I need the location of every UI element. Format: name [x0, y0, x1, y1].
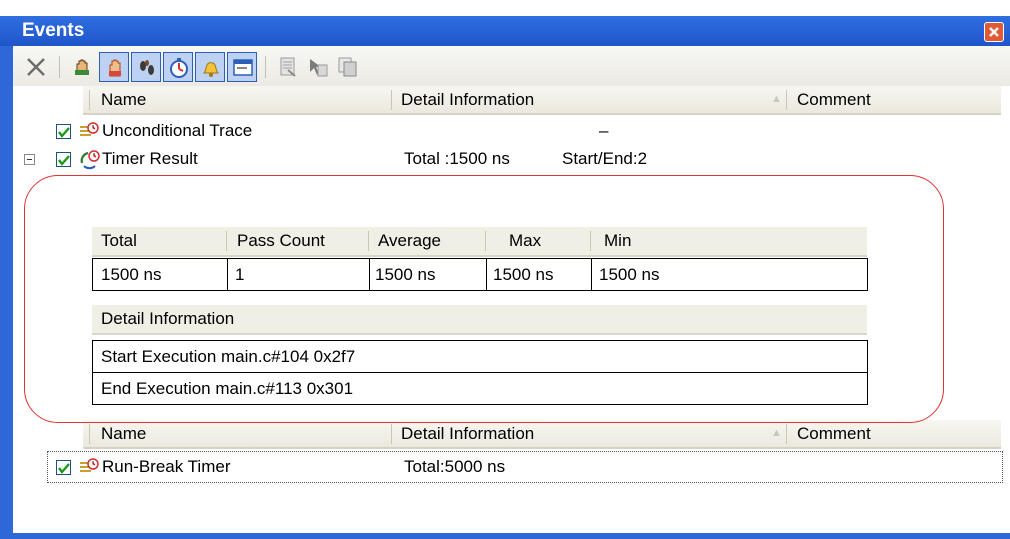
- column-header-detail[interactable]: Detail Information: [401, 420, 534, 447]
- title-bar: Events: [0, 16, 1010, 46]
- column-divider: [89, 424, 90, 444]
- close-icon: [989, 27, 999, 37]
- event-enable-checkbox[interactable]: [56, 124, 71, 139]
- hand-stop-icon: [75, 59, 89, 75]
- collapse-toggle[interactable]: [24, 154, 35, 165]
- notification-event-button[interactable]: [195, 52, 225, 82]
- sort-arrow-icon: ▲: [771, 93, 782, 105]
- event-detail: –: [599, 121, 609, 140]
- column-divider: [786, 424, 787, 444]
- window-title: Events: [22, 20, 85, 41]
- hardware-break-button[interactable]: [99, 52, 129, 82]
- column-divider: [89, 90, 90, 110]
- document-icon: [280, 57, 296, 77]
- toolbar-separator: [59, 56, 60, 78]
- column-header-detail[interactable]: Detail Information: [401, 86, 534, 113]
- cursor-document-button[interactable]: [303, 52, 333, 82]
- column-header-comment[interactable]: Comment: [797, 420, 871, 447]
- event-row[interactable]: Run-Break Timer Total:5000 ns: [13, 453, 1003, 481]
- event-row[interactable]: Timer Result Total :1500 ns Start/End:2: [13, 145, 1003, 173]
- document-button[interactable]: [273, 52, 303, 82]
- events-panel: Events Name Detail Information ▲ Comment…: [0, 0, 1010, 539]
- event-detail-total: Total :1500 ns: [404, 149, 510, 168]
- cursor-doc-icon: [310, 59, 328, 77]
- column-header-name[interactable]: Name: [101, 86, 146, 113]
- window-event-button[interactable]: [227, 52, 257, 82]
- footprints-icon: [140, 60, 154, 75]
- column-header-comment[interactable]: Comment: [797, 86, 871, 113]
- delete-x-icon: [27, 58, 45, 76]
- check-icon: [58, 127, 70, 138]
- trace-event-button[interactable]: [131, 52, 161, 82]
- trace-icon: [79, 457, 99, 486]
- panel-left-edge: [0, 46, 13, 539]
- event-name: Run-Break Timer: [102, 457, 231, 476]
- column-divider: [391, 424, 392, 444]
- sort-arrow-icon: ▲: [771, 427, 782, 439]
- timer-clock-icon: [170, 58, 188, 78]
- multi-document-button[interactable]: [333, 52, 363, 82]
- event-detail: Total:5000 ns: [404, 457, 506, 476]
- column-divider: [786, 90, 787, 110]
- highlight-outline: [24, 175, 944, 423]
- event-name: Timer Result: [102, 149, 198, 168]
- event-enable-checkbox[interactable]: [56, 460, 71, 475]
- check-icon: [58, 463, 70, 474]
- toolbar: [13, 46, 1010, 86]
- bell-icon: [202, 62, 220, 77]
- check-icon: [58, 155, 70, 166]
- timer-event-button[interactable]: [163, 52, 193, 82]
- column-header-name[interactable]: Name: [101, 420, 146, 447]
- toolbar-separator: [265, 56, 266, 78]
- column-divider: [391, 90, 392, 110]
- event-enable-checkbox[interactable]: [56, 152, 71, 167]
- column-header-row: Name Detail Information ▲ Comment: [83, 420, 1001, 449]
- panel-bottom-edge: [13, 533, 1010, 539]
- event-detail-start-end: Start/End:2: [562, 149, 648, 168]
- column-header-row: Name Detail Information ▲ Comment: [83, 86, 1001, 115]
- multi-doc-icon: [338, 57, 357, 77]
- event-row[interactable]: Unconditional Trace –: [13, 117, 1003, 145]
- close-button[interactable]: [984, 22, 1004, 42]
- stop-event-button[interactable]: [67, 52, 97, 82]
- hand-icon: [109, 59, 121, 77]
- delete-button[interactable]: [21, 52, 51, 82]
- window-icon: [233, 59, 253, 76]
- event-name: Unconditional Trace: [102, 121, 253, 140]
